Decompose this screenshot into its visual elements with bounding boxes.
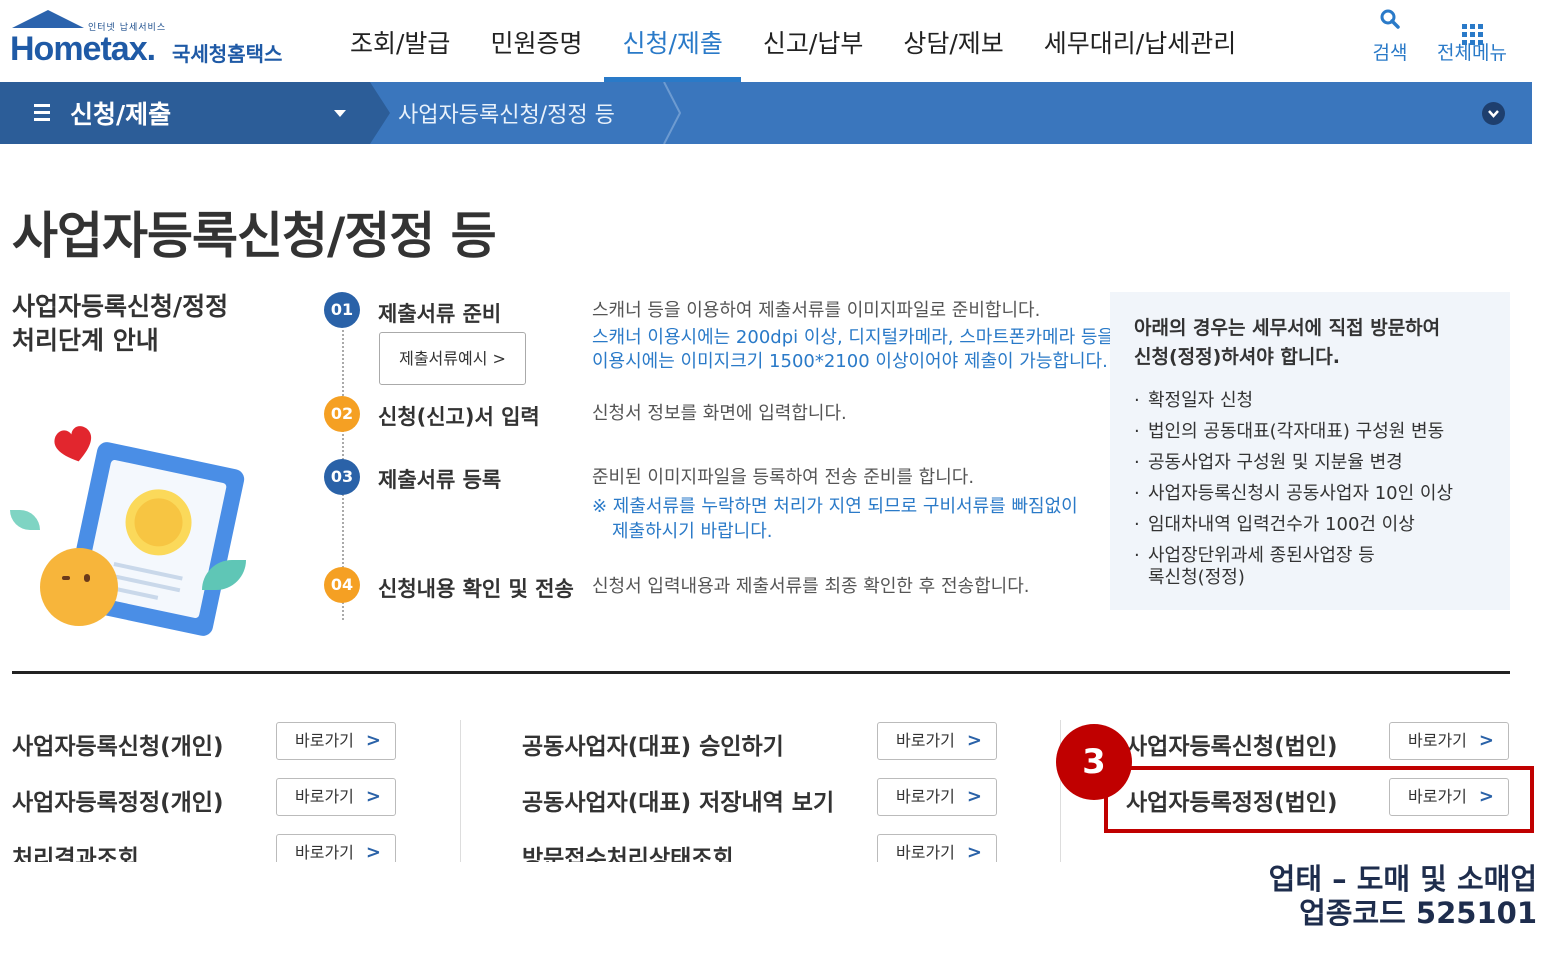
step-note: 제출하시기 바랍니다. xyxy=(612,521,773,542)
chevron-down-icon xyxy=(334,110,346,117)
step-note: 이용시에는 이미지크기 1500*2100 이상이어야 제출이 가능합니다. xyxy=(592,351,1108,372)
go-button-label: 바로가기 xyxy=(1408,731,1467,750)
notice-item: 사업장단위과세 종된사업장 등록신청(정정) xyxy=(1134,545,1384,589)
go-button-label: 바로가기 xyxy=(896,787,955,806)
step-description: 신청서 입력내용과 제출서류를 최종 확인한 후 전송합니다. xyxy=(592,576,1030,597)
main-nav: 조회/발급 민원증명 신청/제출 신고/납부 상담/제보 세무대리/납세관리 xyxy=(330,0,1256,82)
nav-item-certificate[interactable]: 민원증명 xyxy=(470,0,602,82)
all-menu-label: 전체메뉴 xyxy=(1437,42,1507,64)
column-divider xyxy=(460,720,461,862)
go-button[interactable]: 바로가기 > xyxy=(276,778,396,816)
notice-item: 확정일자 신청 xyxy=(1134,390,1486,412)
go-button[interactable]: 바로가기 > xyxy=(276,722,396,760)
expand-chevron-icon[interactable] xyxy=(1482,102,1505,125)
step-description: 신청서 정보를 화면에 입력합니다. xyxy=(592,403,847,424)
hometax-logo[interactable]: 인터넷 납세서비스 Hometax. 국세청홈택스 xyxy=(10,6,300,78)
step-number: 03 xyxy=(324,459,360,495)
logo-roof-icon xyxy=(12,10,84,28)
category-label: 신청/제출 xyxy=(70,100,172,129)
go-button[interactable]: 바로가기 > xyxy=(877,722,997,760)
highlight-box xyxy=(1104,766,1534,833)
business-type-text: 업태 – 도매 및 소매업 xyxy=(1268,862,1537,896)
industry-code-text: 업종코드 525101 xyxy=(1299,896,1537,930)
go-button-label: 바로가기 xyxy=(896,731,955,750)
breadcrumb-current[interactable]: 사업자등록신청/정정 등 xyxy=(398,97,615,129)
page-title: 사업자등록신청/정정 등 xyxy=(12,207,497,265)
chevron-right-icon: > xyxy=(365,786,381,807)
leaf-icon xyxy=(10,510,40,530)
go-button[interactable]: 바로가기 > xyxy=(1389,722,1509,760)
visit-notice-box: 아래의 경우는 세무서에 직접 방문하여 신청(정정)하셔야 합니다. 확정일자… xyxy=(1110,292,1510,610)
go-button-label: 바로가기 xyxy=(295,843,354,862)
guide-title-line2: 처리단계 안내 xyxy=(12,326,159,355)
category-dropdown[interactable]: 신청/제출 xyxy=(0,82,390,144)
link-label: 사업자등록신청(개인) xyxy=(12,734,224,760)
notice-item: 법인의 공동대표(각자대표) 구성원 변동 xyxy=(1134,421,1486,443)
nav-item-consult[interactable]: 상담/제보 xyxy=(883,0,1023,82)
step-title: 제출서류 등록 xyxy=(378,468,502,492)
link-label: 공동사업자(대표) 승인하기 xyxy=(522,734,784,760)
document-example-button[interactable]: 제출서류예시 > xyxy=(379,332,526,385)
step-note: ※ 제출서류를 누락하면 처리가 지연 되므로 구비서류를 빠짐없이 xyxy=(592,496,1078,517)
chevron-right-icon: > xyxy=(966,786,982,807)
smiley-face-icon xyxy=(40,548,118,626)
notice-item: 공동사업자 구성원 및 지분율 변경 xyxy=(1134,452,1486,474)
step-note: 스캐너 이용시에는 200dpi 이상, 디지털카메라, 스마트폰카메라 등을 xyxy=(592,327,1114,348)
hamburger-icon xyxy=(34,104,50,125)
grid-menu-icon xyxy=(1432,8,1512,45)
search-button[interactable]: 검색 xyxy=(1350,8,1430,65)
all-menu-button[interactable]: 전체메뉴 xyxy=(1432,8,1512,65)
flower-icon xyxy=(130,493,187,551)
notice-heading-line2: 신청(정정)하셔야 합니다. xyxy=(1134,346,1341,368)
notice-item: 사업자등록신청시 공동사업자 10인 이상 xyxy=(1134,483,1486,505)
go-button-label: 바로가기 xyxy=(295,787,354,806)
top-header: 인터넷 납세서비스 Hometax. 국세청홈택스 조회/발급 민원증명 신청/… xyxy=(0,0,1557,82)
chevron-right-icon: > xyxy=(1478,730,1494,751)
notice-heading-line1: 아래의 경우는 세무서에 직접 방문하여 xyxy=(1134,317,1441,339)
step-number: 02 xyxy=(324,396,360,432)
nav-item-tax-agent[interactable]: 세무대리/납세관리 xyxy=(1024,0,1256,82)
logo-wordmark: Hometax. xyxy=(10,30,156,68)
go-button-label: 바로가기 xyxy=(896,843,955,862)
go-button-label: 바로가기 xyxy=(295,731,354,750)
step-marker-badge: 3 xyxy=(1056,724,1132,800)
process-guide-title: 사업자등록신청/정정 처리단계 안내 xyxy=(12,290,228,358)
link-label: 공동사업자(대표) 저장내역 보기 xyxy=(522,790,835,816)
notice-list: 확정일자 신청 법인의 공동대표(각자대표) 구성원 변동 공동사업자 구성원 … xyxy=(1134,390,1486,589)
go-button[interactable]: 바로가기 > xyxy=(877,778,997,816)
nav-item-application[interactable]: 신청/제출 xyxy=(602,0,742,82)
heart-icon xyxy=(54,426,92,462)
section-divider xyxy=(12,671,1510,674)
logo-korean-name: 국세청홈택스 xyxy=(172,42,283,66)
nav-item-report-payment[interactable]: 신고/납부 xyxy=(743,0,883,82)
step-title: 신청(신고)서 입력 xyxy=(378,405,540,429)
guide-title-line1: 사업자등록신청/정정 xyxy=(12,292,229,321)
notice-item: 임대차내역 입력건수가 100건 이상 xyxy=(1134,514,1486,536)
industry-code-note: 업태 – 도매 및 소매업 업종코드 525101 xyxy=(1269,862,1537,930)
step-description: 스캐너 등을 이용하여 제출서류를 이미지파일로 준비합니다. xyxy=(592,300,1041,321)
step-number: 01 xyxy=(324,292,360,328)
breadcrumb-bar: 신청/제출 사업자등록신청/정정 등 xyxy=(0,82,1532,144)
step-description: 준비된 이미지파일을 등록하여 전송 준비를 합니다. xyxy=(592,467,975,488)
link-label: 사업자등록신청(법인) xyxy=(1126,734,1338,760)
step-title: 신청내용 확인 및 전송 xyxy=(378,577,574,601)
chevron-right-icon: > xyxy=(966,730,982,751)
nav-item-inquiry[interactable]: 조회/발급 xyxy=(330,0,470,82)
tablet-illustration xyxy=(10,410,270,640)
breadcrumb-separator-icon xyxy=(663,82,682,144)
link-label: 사업자등록정정(개인) xyxy=(12,790,224,816)
step-number: 04 xyxy=(324,567,360,603)
step-title: 제출서류 준비 xyxy=(378,302,502,326)
search-label: 검색 xyxy=(1372,42,1408,64)
search-icon xyxy=(1350,8,1430,38)
chevron-right-icon: > xyxy=(365,730,381,751)
